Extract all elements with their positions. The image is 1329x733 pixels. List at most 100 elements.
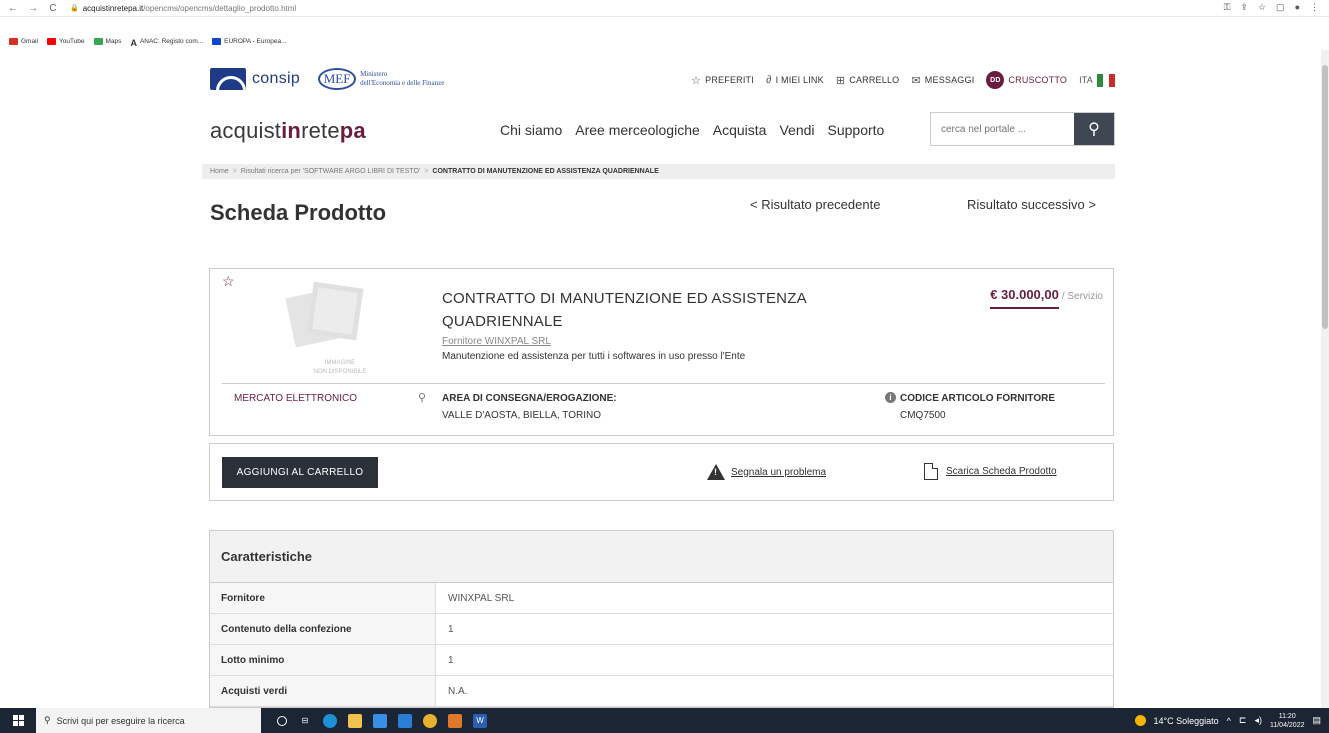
main-menu: Chi siamo Aree merceologiche Acquista Ve… [500,122,884,138]
specs-table: Caratteristiche Fornitore WINXPAL SRL Co… [209,530,1114,708]
table-row: Acquisti verdi N.A. [210,676,1113,707]
spec-value: 1 [448,623,454,635]
taskbar-search[interactable]: ⚲ Scrivi qui per eseguire la ricerca [36,708,261,733]
notifications-icon[interactable]: ▤ [1312,715,1321,726]
brand-part: in [281,118,302,143]
url-host: acquistinretepa.it [82,3,144,13]
maps-icon [93,38,103,45]
volume-icon[interactable]: ◂) [1254,715,1262,726]
bookmark-youtube[interactable]: YouTube [46,38,85,45]
start-button[interactable] [0,715,36,726]
language-selector[interactable]: ITA [1079,73,1115,87]
task-view-icon[interactable]: ⊟ [298,714,312,728]
mail-icon[interactable] [398,713,412,728]
lock-icon: 🔒 [70,5,79,12]
product-description: Manutenzione ed assistenza per tutti i s… [442,351,746,362]
menu-item-chi-siamo[interactable]: Chi siamo [500,122,562,138]
menu-item-aree-merceologiche[interactable]: Aree merceologiche [575,122,700,138]
bookmark-label: Gmail [21,38,38,45]
network-icon[interactable]: ⊏ [1239,715,1247,726]
bookmark-gmail[interactable]: Gmail [9,38,38,45]
cortana-icon[interactable] [277,715,287,726]
next-result-link[interactable]: Risultato successivo > [967,197,1096,212]
brand-part: pa [339,118,366,143]
photo-placeholder-icon [306,281,364,341]
info-icon: i [885,392,896,403]
download-datasheet-link[interactable]: Scarica Scheda Prodotto [924,463,1057,480]
clock[interactable]: 11:20 11/04/2022 [1270,712,1305,730]
messages-label: MESSAGGI [924,75,975,85]
add-to-cart-button[interactable]: AGGIUNGI AL CARRELLO [222,457,378,488]
clock-date: 11/04/2022 [1269,721,1305,729]
favorites-link[interactable]: ☆ PREFERITI [691,74,754,87]
table-row: Lotto minimo 1 [210,645,1113,676]
warning-icon [707,464,725,480]
main-navigation: acquistinretepa Chi siamo Aree merceolog… [210,112,1115,150]
chevron-up-icon[interactable]: ^ [1227,716,1231,726]
reload-icon[interactable]: C [46,3,60,14]
market-label: MERCATO ELETTRONICO [234,393,357,404]
breadcrumb-home[interactable]: Home [210,168,229,175]
search-input[interactable] [931,113,1074,145]
browser-actions: ⚿ ⇪ ☆ ▢ ● ⋮ [1224,2,1319,13]
word-icon[interactable]: W [473,713,487,728]
acquistinretepa-logo[interactable]: acquistinretepa [210,118,366,144]
sidepanel-icon[interactable]: ▢ [1276,2,1285,13]
table-row: Fornitore WINXPAL SRL [210,583,1113,614]
cart-icon: ⊞ [835,74,846,87]
star-icon[interactable]: ☆ [1258,2,1266,13]
edge-icon[interactable] [323,713,337,728]
menu-item-acquista[interactable]: Acquista [713,122,767,138]
outlook-icon[interactable] [448,713,462,728]
envelope-icon: ✉ [911,74,921,87]
address-bar[interactable]: 🔒 acquistinretepa.it /opencms/opencms/de… [70,4,296,13]
my-links-link[interactable]: ∂ I MIEI LINK [766,74,824,86]
scrollbar-thumb[interactable] [1322,65,1328,329]
chrome-icon[interactable] [423,713,437,728]
card-divider [222,383,1105,384]
clock-time: 11:20 [1278,712,1296,720]
url-path: /opencms/opencms/dettaglio_prodotto.html [143,3,297,13]
language-label: ITA [1079,75,1093,85]
store-icon[interactable] [373,713,387,728]
spec-key: Acquisti verdi [210,676,436,706]
weather-sun-icon [1134,715,1146,726]
supplier-code-value: CMQ7500 [900,410,946,421]
breadcrumb-results[interactable]: Risultati ricerca per 'SOFTWARE ARGO LIB… [241,168,421,175]
menu-item-supporto[interactable]: Supporto [828,122,885,138]
eu-flag-icon [212,38,222,45]
previous-result-link[interactable]: < Risultato precedente [750,197,880,212]
no-image-line2: NON DISPONIBILE [313,369,367,375]
gmail-icon [9,38,18,45]
dashboard-link[interactable]: DD CRUSCOTTO [986,71,1067,89]
forward-icon[interactable]: → [26,3,40,14]
page-title: Scheda Prodotto [210,200,387,225]
back-icon[interactable]: ← [6,3,20,14]
kebab-menu-icon[interactable]: ⋮ [1310,2,1319,13]
messages-link[interactable]: ✉ MESSAGGI [911,74,974,87]
menu-item-vendi[interactable]: Vendi [779,122,814,138]
mef-logo[interactable]: MEF Ministero dell'Economia e delle Fina… [318,68,444,90]
report-problem-link[interactable]: Segnala un problema [707,464,826,480]
share-icon[interactable]: ⇪ [1240,2,1248,13]
search-icon[interactable]: ⚲ [1074,113,1114,145]
file-explorer-icon[interactable] [348,713,362,728]
price-amount: € 30.000,00 [990,287,1059,309]
windows-icon [12,715,24,726]
bookmark-anac[interactable]: A ANAC: Registo com... [130,38,203,48]
product-actions: AGGIUNGI AL CARRELLO Segnala un problema… [209,443,1114,501]
add-favorite-icon[interactable]: ☆ [222,273,235,290]
supplier-link[interactable]: Fornitore WINXPAL SRL [442,336,551,347]
bookmark-maps[interactable]: Maps [93,38,121,45]
table-row: Contenuto della confezione 1 [210,614,1113,645]
bookmarks-bar: Gmail YouTube Maps A ANAC: Registo com...… [0,17,1329,50]
search-icon: ⚲ [44,715,51,725]
spec-value: N.A. [448,685,468,697]
weather-label[interactable]: 14°C Soleggiato [1154,716,1219,726]
consip-logo[interactable]: consip [210,68,300,90]
profile-icon[interactable]: ● [1295,2,1300,13]
product-price: € 30.000,00 / Servizio [990,287,1103,309]
bookmark-europa[interactable]: EUROPA - Europea... [212,38,287,45]
cart-link[interactable]: ⊞ CARRELLO [836,74,900,87]
key-icon[interactable]: ⚿ [1224,2,1231,13]
